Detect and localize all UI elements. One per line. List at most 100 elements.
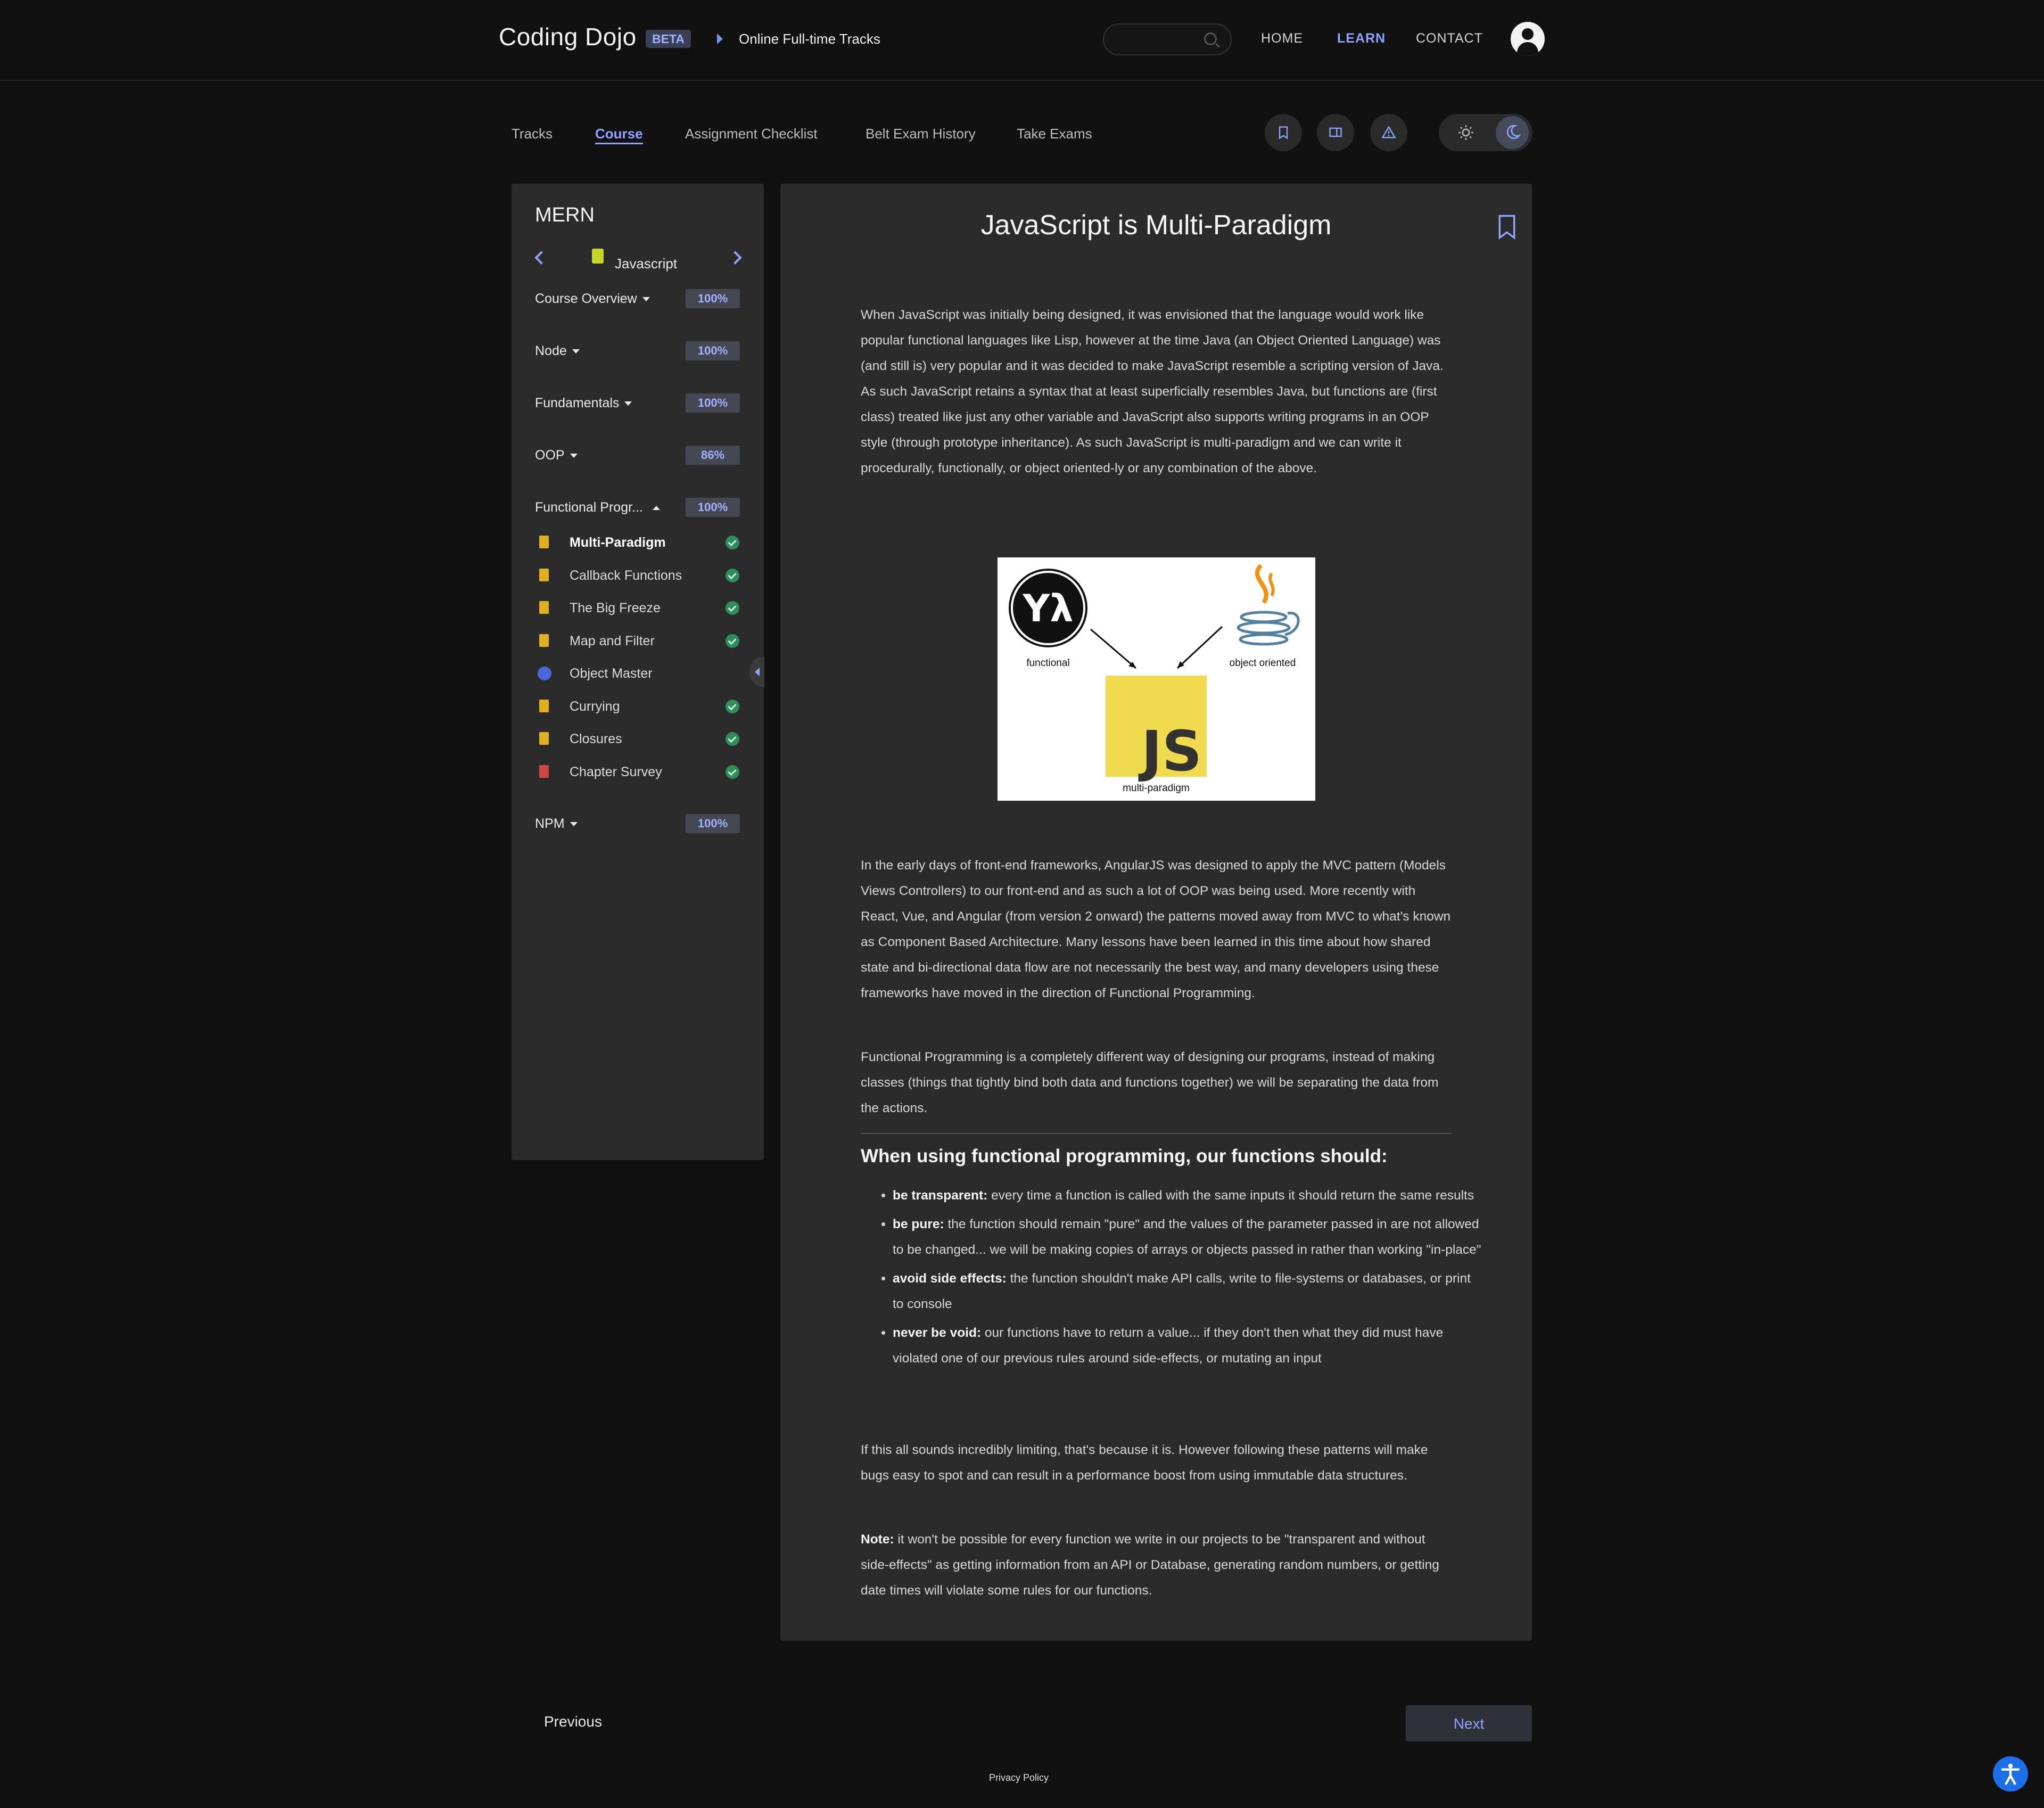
rule-term: be transparent: — [893, 1188, 988, 1203]
section-label: Node — [535, 343, 567, 358]
sidebar-lesson-closures[interactable]: Closures — [570, 732, 622, 747]
progress-badge: 100% — [686, 393, 740, 413]
limiting-paragraph: If this all sounds incredibly limiting, … — [861, 1443, 1428, 1483]
sidebar-section-oop[interactable]: OOP — [535, 448, 578, 463]
lesson-shield-icon — [539, 536, 549, 548]
progress-badge: 100% — [686, 814, 740, 833]
next-button[interactable]: Next — [1406, 1705, 1532, 1741]
rule-term: avoid side effects: — [893, 1271, 1007, 1286]
top-header — [0, 0, 2044, 81]
caret-down-icon — [624, 401, 632, 406]
nav-home[interactable]: HOME — [1261, 31, 1303, 46]
completed-check-icon — [726, 765, 739, 779]
sidebar-section-functional-programming[interactable]: Functional Progr... — [535, 500, 660, 515]
beta-badge: BETA — [646, 30, 691, 48]
svg-text:Yλ: Yλ — [1023, 587, 1074, 630]
sidebar-section-course-overview[interactable]: Course Overview — [535, 291, 650, 307]
nav-learn[interactable]: LEARN — [1337, 31, 1386, 46]
active-tab-underline — [595, 143, 643, 144]
note-text: it won't be possible for every function … — [861, 1532, 1439, 1598]
bookmark-icon — [1279, 126, 1288, 139]
lesson-shield-icon — [539, 601, 549, 614]
book-icon — [1329, 127, 1342, 137]
survey-icon — [539, 765, 549, 778]
sidebar-lesson-callback-functions[interactable]: Callback Functions — [570, 568, 682, 584]
lesson-shield-icon — [539, 700, 549, 712]
warning-icon — [1381, 126, 1396, 138]
object-oriented-label: object oriented — [1230, 658, 1296, 669]
list-item: avoid side effects: the function shouldn… — [893, 1266, 1483, 1317]
rules-list: be transparent: every time a function is… — [861, 1183, 1483, 1375]
sidebar-lesson-currying[interactable]: Currying — [570, 699, 620, 714]
search-input[interactable] — [1103, 23, 1232, 55]
sun-icon[interactable] — [1458, 125, 1474, 141]
progress-badge: 100% — [686, 498, 740, 517]
tab-assignment-checklist[interactable]: Assignment Checklist — [685, 126, 818, 142]
bookmark-lesson-icon[interactable] — [1496, 214, 1518, 240]
java-logo-icon — [1237, 564, 1300, 646]
sidebar-lesson-multi-paradigm[interactable]: Multi-Paradigm — [570, 535, 666, 550]
completed-check-icon — [726, 536, 739, 549]
assignment-icon — [538, 667, 551, 680]
multi-paradigm-label: multi-paradigm — [1123, 783, 1190, 794]
progress-badge: 100% — [686, 341, 740, 360]
caret-down-icon — [570, 454, 578, 458]
sidebar-lesson-chapter-survey[interactable]: Chapter Survey — [570, 765, 662, 780]
sidebar-section-fundamentals[interactable]: Fundamentals — [535, 396, 632, 411]
breadcrumb-track[interactable]: Online Full-time Tracks — [739, 31, 880, 47]
list-item: never be void: our functions have to ret… — [893, 1320, 1483, 1371]
progress-badge: 86% — [686, 446, 740, 465]
sidebar-section-node[interactable]: Node — [535, 343, 580, 359]
sidebar-lesson-the-big-freeze[interactable]: The Big Freeze — [570, 601, 661, 616]
caret-down-icon — [572, 349, 580, 354]
tab-take-exams[interactable]: Take Exams — [1017, 126, 1092, 142]
section-divider — [861, 1133, 1452, 1134]
bookmarks-button[interactable] — [1265, 114, 1302, 151]
user-avatar-icon[interactable] — [1511, 22, 1545, 56]
lesson-shield-icon — [539, 569, 549, 581]
section-label: NPM — [535, 816, 565, 831]
section-label: Functional Progr... — [535, 500, 643, 515]
caret-down-icon — [570, 822, 578, 827]
functions-should-heading: When using functional programming, our f… — [861, 1146, 1388, 1166]
report-issue-button[interactable] — [1370, 114, 1407, 151]
lesson-shield-icon — [539, 634, 549, 647]
section-label: OOP — [535, 448, 565, 463]
moon-icon[interactable] — [1496, 116, 1529, 149]
intro-paragraph: When JavaScript was initially being desi… — [861, 308, 1444, 475]
rule-term: be pure: — [893, 1217, 944, 1231]
nav-contact[interactable]: CONTACT — [1416, 31, 1483, 46]
note-paragraph: Note: it won't be possible for every fun… — [861, 1527, 1452, 1604]
completed-check-icon — [726, 601, 739, 615]
breadcrumb-arrow-icon — [717, 34, 723, 44]
completed-check-icon — [726, 732, 739, 746]
sidebar-lesson-map-and-filter[interactable]: Map and Filter — [570, 634, 655, 649]
multi-paradigm-diagram: Yλ JS functional object oriented multi-p… — [998, 557, 1315, 801]
section-label: Course Overview — [535, 291, 637, 306]
note-label: Note: — [861, 1532, 894, 1547]
book-button[interactable] — [1317, 114, 1354, 151]
list-item: be pure: the function should remain "pur… — [893, 1212, 1483, 1263]
rule-term: never be void: — [893, 1326, 982, 1340]
previous-button[interactable]: Previous — [544, 1713, 602, 1730]
sidebar-section-npm[interactable]: NPM — [535, 816, 578, 832]
search-icon[interactable] — [1204, 32, 1217, 45]
lesson-title: JavaScript is Multi-Paradigm — [980, 210, 1332, 241]
privacy-policy-link[interactable]: Privacy Policy — [989, 1772, 1049, 1784]
tab-belt-exam-history[interactable]: Belt Exam History — [866, 126, 976, 142]
section-label: Fundamentals — [535, 396, 620, 410]
sidebar-lesson-object-master[interactable]: Object Master — [570, 666, 653, 681]
frameworks-paragraph: In the early days of front-end framework… — [861, 858, 1451, 1000]
sidebar-track-title: MERN — [535, 204, 595, 226]
rule-text: the function should remain "pure" and th… — [893, 1217, 1481, 1257]
functional-programming-paragraph: Functional Programming is a completely d… — [861, 1050, 1439, 1115]
accessibility-icon[interactable] — [1993, 1756, 2028, 1791]
lesson-shield-icon — [539, 732, 549, 745]
completed-check-icon — [726, 569, 739, 582]
tab-course[interactable]: Course — [595, 126, 643, 142]
brand-logo[interactable]: Coding Dojo — [499, 22, 637, 51]
caret-down-icon — [642, 297, 650, 302]
functional-label: functional — [1026, 658, 1069, 669]
completed-check-icon — [726, 700, 739, 713]
tab-tracks[interactable]: Tracks — [512, 126, 553, 142]
